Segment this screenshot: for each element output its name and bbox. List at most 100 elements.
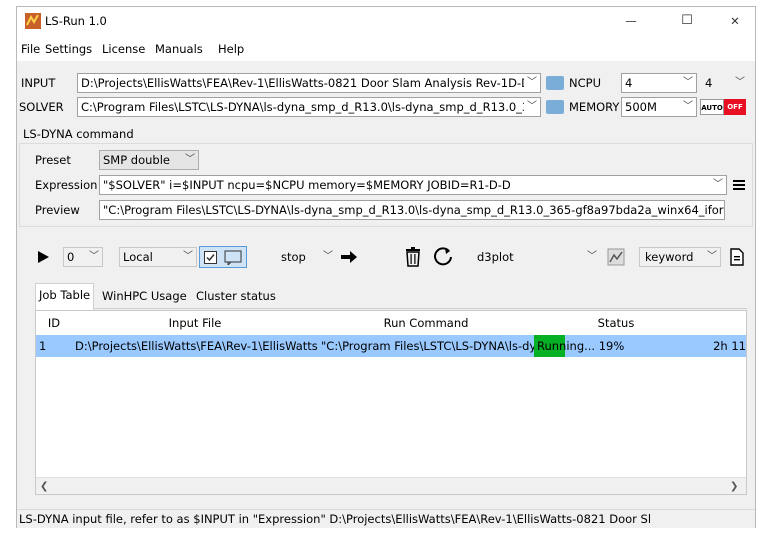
chevron-down-icon: ﹀	[680, 74, 696, 92]
lsdyna-group-title: LS-DYNA command	[23, 127, 134, 141]
column-header-input-file[interactable]: Input File	[72, 311, 319, 336]
refresh-button[interactable]	[433, 246, 455, 268]
status-bar-text: LS-DYNA input file, refer to as $INPUT i…	[17, 509, 755, 528]
chevron-down-icon: ﹀	[732, 74, 748, 92]
window-title: LS-Run 1.0	[45, 14, 107, 28]
column-header-status[interactable]: Status	[534, 311, 699, 336]
scroll-left-icon[interactable]: ❮	[40, 478, 48, 494]
chevron-down-icon: ﹀	[584, 248, 600, 266]
folder-icon	[546, 76, 564, 90]
tab-job-table[interactable]: Job Table	[35, 283, 95, 310]
column-header-run-command[interactable]: Run Command	[318, 311, 535, 336]
chat-window-icon	[224, 250, 242, 265]
tab-winhpc-usage[interactable]: WinHPC Usage	[99, 285, 190, 307]
input-combo[interactable]: D:\Projects\EllisWatts\FEA\Rev-1\EllisWa…	[77, 73, 541, 93]
stop-combo[interactable]: stop ﹀	[271, 247, 337, 267]
location-combo[interactable]: Local ﹀	[119, 247, 197, 267]
chevron-down-icon: ﹀	[704, 248, 720, 266]
close-button[interactable]: ✕	[725, 11, 745, 31]
plot-combo[interactable]: d3plot ﹀	[471, 247, 601, 267]
memory-value: 500M	[625, 100, 657, 114]
menu-help[interactable]: Help	[218, 39, 244, 59]
app-logo-icon	[25, 13, 41, 29]
minimize-button[interactable]: —	[621, 11, 641, 31]
document-icon	[730, 248, 744, 266]
menu-file[interactable]: File	[21, 39, 40, 59]
checkbox-icon	[204, 251, 217, 264]
keyword-value: keyword	[645, 250, 694, 264]
status-text: Running... 19%	[537, 339, 625, 353]
menu-bar: File Settings License Manuals Help	[17, 37, 755, 61]
ncpu-combo[interactable]: 4 ﹀	[621, 73, 697, 93]
menu-license[interactable]: License	[102, 39, 145, 59]
solver-combo[interactable]: C:\Program Files\LSTC\LS-DYNA\ls-dyna_sm…	[77, 97, 541, 117]
solver-value: C:\Program Files\LSTC\LS-DYNA\ls-dyna_sm…	[81, 100, 541, 114]
preview-value: "C:\Program Files\LSTC\LS-DYNA\ls-dyna_s…	[103, 203, 725, 217]
cell-run-command: "C:\Program Files\LSTC\LS-DYNA\ls-dy	[318, 335, 534, 357]
job-table: ID Input File Run Command Status E 1 D:\…	[35, 310, 747, 495]
memory-combo[interactable]: 500M ﹀	[621, 97, 697, 117]
tab-cluster-status[interactable]: Cluster status	[193, 285, 279, 307]
run-button[interactable]	[33, 247, 53, 267]
horizontal-scrollbar[interactable]: ❮ ❯	[36, 477, 746, 494]
delete-button[interactable]	[403, 246, 423, 268]
play-icon	[38, 251, 49, 263]
expression-label: Expression	[35, 178, 98, 192]
cell-status: Running... 19%	[534, 335, 698, 357]
ncpu2-combo[interactable]: 4 ﹀	[701, 73, 749, 93]
scroll-right-icon[interactable]: ❯	[730, 478, 738, 494]
cell-elapsed: 2h 11	[698, 335, 746, 357]
chevron-down-icon: ﹀	[710, 176, 726, 194]
input-folder-button[interactable]	[545, 74, 565, 92]
count-combo[interactable]: 0 ﹀	[63, 247, 103, 267]
preview-field[interactable]: "C:\Program Files\LSTC\LS-DYNA\ls-dyna_s…	[99, 200, 725, 220]
preset-combo[interactable]: SMP double ﹀	[99, 150, 199, 170]
solver-folder-button[interactable]	[545, 98, 565, 116]
plot-icon	[607, 248, 625, 266]
keyword-open-button[interactable]	[727, 247, 747, 267]
chevron-down-icon: ﹀	[680, 98, 696, 116]
arrow-right-icon	[341, 251, 357, 263]
chevron-down-icon: ﹀	[182, 151, 198, 169]
ncpu2-value: 4	[705, 76, 713, 90]
expression-value: "$SOLVER" i=$INPUT ncpu=$NCPU memory=$ME…	[103, 178, 511, 192]
options-toggle[interactable]	[199, 246, 247, 268]
send-button[interactable]	[339, 247, 359, 267]
solver-label: SOLVER	[19, 100, 64, 114]
auto-off-toggle[interactable]: AUTO OFF	[700, 99, 746, 115]
column-header-elapsed[interactable]: E	[698, 311, 746, 336]
chevron-down-icon: ﹀	[180, 248, 196, 266]
stop-value: stop	[281, 250, 306, 264]
chevron-down-icon: ﹀	[524, 74, 540, 92]
ncpu-value: 4	[625, 76, 633, 90]
keyword-combo[interactable]: keyword ﹀	[639, 247, 721, 267]
ncpu-label: NCPU	[569, 76, 601, 90]
column-header-id[interactable]: ID	[36, 311, 73, 336]
app-window: LS-Run 1.0 — ☐ ✕ File Settings License M…	[16, 6, 756, 528]
input-value: D:\Projects\EllisWatts\FEA\Rev-1\EllisWa…	[81, 76, 541, 90]
preset-label: Preset	[35, 153, 71, 167]
preset-value: SMP double	[103, 153, 171, 167]
memory-label: MEMORY	[569, 100, 620, 114]
input-label: INPUT	[21, 76, 56, 90]
auto-label: AUTO	[700, 99, 724, 115]
trash-icon	[406, 247, 420, 267]
menu-manuals[interactable]: Manuals	[155, 39, 203, 59]
folder-icon	[546, 100, 564, 114]
off-label: OFF	[724, 99, 746, 115]
menu-settings[interactable]: Settings	[45, 39, 92, 59]
refresh-icon	[434, 247, 452, 266]
expression-combo[interactable]: "$SOLVER" i=$INPUT ncpu=$NCPU memory=$ME…	[99, 175, 727, 195]
chevron-down-icon: ﹀	[86, 248, 102, 266]
cell-id: 1	[36, 335, 72, 357]
chevron-down-icon: ﹀	[320, 248, 336, 266]
cell-input-file: D:\Projects\EllisWatts\FEA\Rev-1\EllisWa…	[72, 335, 318, 357]
plot-open-button[interactable]	[606, 247, 626, 267]
preview-label: Preview	[35, 203, 80, 217]
chevron-down-icon: ﹀	[524, 98, 540, 116]
maximize-button[interactable]: ☐	[677, 11, 697, 31]
location-value: Local	[123, 250, 153, 264]
title-bar: LS-Run 1.0 — ☐ ✕	[17, 7, 755, 37]
expression-menu-button[interactable]	[731, 177, 747, 193]
plot-value: d3plot	[477, 250, 514, 264]
